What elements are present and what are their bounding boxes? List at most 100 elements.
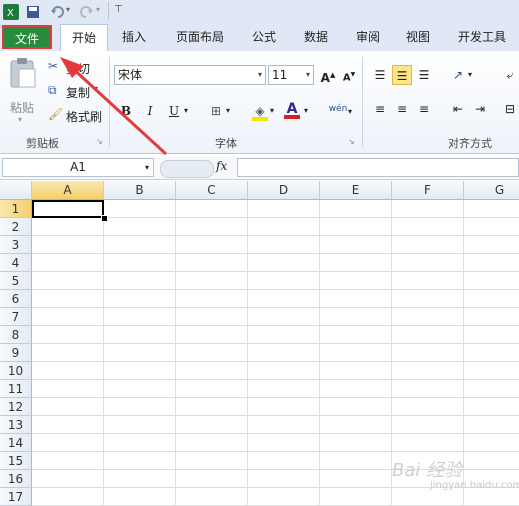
align-middle-icon: ☰ bbox=[396, 69, 408, 83]
column-header-g[interactable]: G bbox=[464, 181, 519, 200]
excel-icon: X bbox=[3, 4, 19, 20]
row-header-3[interactable]: 3 bbox=[0, 236, 32, 254]
font-name-select[interactable]: 宋体 ▾ bbox=[114, 65, 266, 85]
decrease-indent-icon: ⇤ bbox=[452, 102, 464, 116]
paste-button[interactable]: 粘贴 ▾ bbox=[6, 57, 40, 124]
tab-view[interactable]: 视图 bbox=[396, 24, 440, 51]
fill-color-dropdown-icon[interactable]: ▾ bbox=[270, 106, 274, 115]
clipboard-launcher-icon[interactable]: ↘ bbox=[96, 137, 103, 146]
row-header-5[interactable]: 5 bbox=[0, 272, 32, 290]
row-header-13[interactable]: 13 bbox=[0, 416, 32, 434]
wrap-text-icon: ⤶ bbox=[506, 68, 514, 82]
paste-label: 粘贴 bbox=[10, 101, 35, 115]
tab-file[interactable]: 文件 bbox=[2, 25, 52, 49]
tab-review[interactable]: 审阅 bbox=[346, 24, 390, 51]
font-name-value: 宋体 bbox=[118, 68, 143, 82]
redo-dropdown-icon[interactable]: ▾ bbox=[96, 5, 100, 14]
increase-indent-button[interactable]: ⇥ bbox=[470, 99, 490, 119]
save-icon[interactable] bbox=[26, 4, 40, 20]
undo-icon[interactable] bbox=[50, 4, 64, 20]
row-header-14[interactable]: 14 bbox=[0, 434, 32, 452]
column-header-b[interactable]: B bbox=[104, 181, 176, 200]
align-center-button[interactable]: ≡ bbox=[392, 99, 412, 119]
tab-home[interactable]: 开始 bbox=[60, 24, 108, 51]
formula-input[interactable] bbox=[237, 158, 519, 177]
row-header-6[interactable]: 6 bbox=[0, 290, 32, 308]
wrap-text-button[interactable]: ⤶ bbox=[500, 65, 519, 85]
column-header-d[interactable]: D bbox=[248, 181, 320, 200]
row-header-9[interactable]: 9 bbox=[0, 344, 32, 362]
cut-button[interactable]: ✂ 剪切 bbox=[46, 59, 102, 77]
font-size-select[interactable]: 11 ▾ bbox=[268, 65, 314, 85]
name-box-value: A1 bbox=[70, 160, 86, 174]
ribbon: 粘贴 ▾ ✂ 剪切 ⧉ 复制 ▾ 🖌 格式刷 剪贴板 ↘ 宋体 ▾ 11 ▾ A… bbox=[0, 51, 519, 154]
ribbon-tabs: 文件 开始 插入 页面布局 公式 数据 审阅 视图 开发工具 bbox=[0, 24, 519, 51]
column-header-f[interactable]: F bbox=[392, 181, 464, 200]
row-header-12[interactable]: 12 bbox=[0, 398, 32, 416]
align-right-button[interactable]: ≡ bbox=[414, 99, 434, 119]
row-header-4[interactable]: 4 bbox=[0, 254, 32, 272]
row-header-2[interactable]: 2 bbox=[0, 218, 32, 236]
font-color-dropdown-icon[interactable]: ▾ bbox=[304, 106, 308, 115]
align-right-icon: ≡ bbox=[418, 102, 430, 116]
column-header-a[interactable]: A bbox=[32, 181, 104, 200]
font-color-button[interactable]: A bbox=[282, 99, 302, 119]
paste-dropdown-icon: ▾ bbox=[18, 115, 23, 124]
border-icon: ⊞ bbox=[210, 104, 222, 118]
underline-dropdown-icon[interactable]: ▾ bbox=[184, 106, 188, 115]
align-left-icon: ≡ bbox=[374, 102, 386, 116]
brush-icon: 🖌 bbox=[48, 107, 64, 121]
underline-button[interactable]: U bbox=[164, 101, 184, 121]
format-painter-button[interactable]: 🖌 格式刷 bbox=[46, 107, 104, 125]
active-cell-a1[interactable] bbox=[32, 200, 104, 218]
align-top-button[interactable]: ☰ bbox=[370, 65, 390, 85]
orientation-dropdown-icon[interactable]: ▾ bbox=[468, 70, 472, 79]
scissors-icon: ✂ bbox=[48, 59, 59, 73]
insert-function-icon[interactable]: fx bbox=[216, 159, 227, 173]
row-header-17[interactable]: 17 bbox=[0, 488, 32, 506]
watermark-url: jingyan.baidu.com bbox=[430, 480, 519, 491]
tab-developer[interactable]: 开发工具 bbox=[450, 24, 514, 51]
align-left-button[interactable]: ≡ bbox=[370, 99, 390, 119]
tab-formulas[interactable]: 公式 bbox=[242, 24, 286, 51]
row-header-10[interactable]: 10 bbox=[0, 362, 32, 380]
borders-button[interactable]: ⊞ bbox=[206, 101, 226, 121]
phonetic-button[interactable]: wén bbox=[326, 99, 350, 119]
tab-data[interactable]: 数据 bbox=[294, 24, 338, 51]
select-all-corner[interactable] bbox=[0, 181, 32, 200]
merge-center-button[interactable]: ⊟ bbox=[500, 99, 519, 119]
format-painter-label: 格式刷 bbox=[66, 110, 103, 124]
row-header-1[interactable]: 1 bbox=[0, 200, 32, 218]
bold-button[interactable]: B bbox=[116, 101, 136, 121]
orientation-icon: ↗ bbox=[452, 68, 464, 82]
row-header-11[interactable]: 11 bbox=[0, 380, 32, 398]
redo-icon[interactable] bbox=[80, 4, 94, 20]
align-middle-button[interactable]: ☰ bbox=[392, 65, 412, 85]
undo-dropdown-icon[interactable]: ▾ bbox=[66, 5, 70, 14]
row-header-15[interactable]: 15 bbox=[0, 452, 32, 470]
font-launcher-icon[interactable]: ↘ bbox=[348, 137, 355, 146]
align-top-icon: ☰ bbox=[374, 68, 386, 82]
font-size-value: 11 bbox=[272, 68, 288, 82]
tab-page-layout[interactable]: 页面布局 bbox=[166, 24, 234, 51]
row-header-7[interactable]: 7 bbox=[0, 308, 32, 326]
copy-button[interactable]: ⧉ 复制 ▾ bbox=[46, 83, 104, 101]
borders-dropdown-icon[interactable]: ▾ bbox=[226, 106, 230, 115]
align-bottom-button[interactable]: ☰ bbox=[414, 65, 434, 85]
row-header-16[interactable]: 16 bbox=[0, 470, 32, 488]
row-header-8[interactable]: 8 bbox=[0, 326, 32, 344]
shrink-font-button[interactable]: A▼ bbox=[339, 65, 359, 85]
name-box[interactable]: A1 ▾ bbox=[2, 158, 154, 177]
fill-color-button[interactable]: ◈ bbox=[250, 101, 270, 121]
column-header-e[interactable]: E bbox=[320, 181, 392, 200]
grow-font-button[interactable]: A▲ bbox=[318, 65, 338, 85]
customize-qat-icon[interactable]: ⊤ bbox=[114, 4, 123, 15]
italic-button[interactable]: I bbox=[140, 101, 160, 121]
group-divider bbox=[362, 57, 363, 147]
phonetic-dropdown-icon[interactable]: ▾ bbox=[348, 107, 352, 116]
tab-insert[interactable]: 插入 bbox=[112, 24, 156, 51]
column-header-c[interactable]: C bbox=[176, 181, 248, 200]
fill-handle[interactable] bbox=[101, 215, 108, 222]
decrease-indent-button[interactable]: ⇤ bbox=[448, 99, 468, 119]
orientation-button[interactable]: ↗ bbox=[448, 65, 468, 85]
